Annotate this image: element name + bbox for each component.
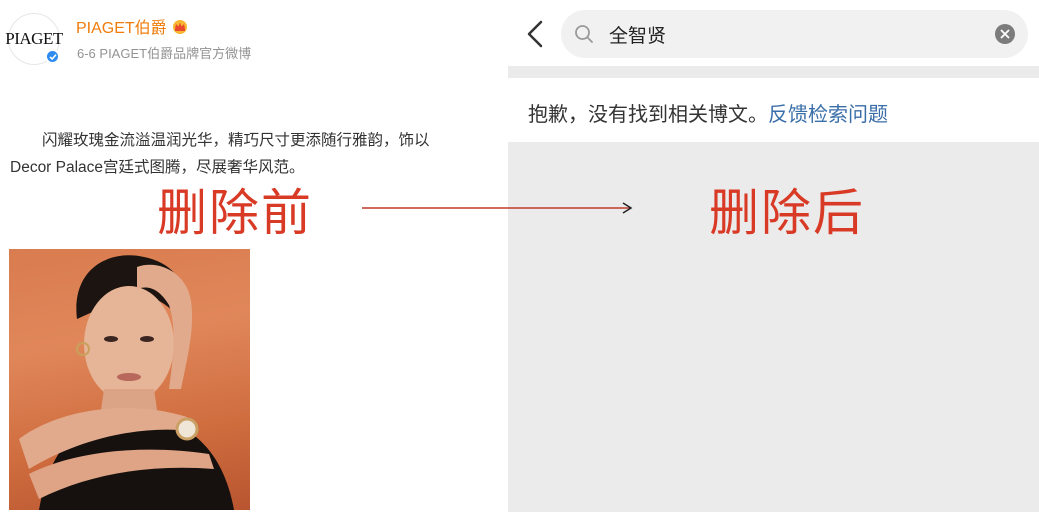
no-result-message: 抱歉，没有找到相关博文。反馈检索问题 xyxy=(528,98,888,127)
username-row: PIAGET伯爵 xyxy=(76,15,189,37)
avatar-logo: PIAGET xyxy=(5,29,63,48)
search-icon xyxy=(575,25,593,43)
chevron-left-icon[interactable] xyxy=(522,18,548,50)
feedback-link[interactable]: 反馈检索问题 xyxy=(768,104,888,126)
arrow-right-icon xyxy=(362,202,633,214)
post-line-2: Decor Palace宫廷式图腾，尽展奢华风范。 xyxy=(10,159,305,176)
section-divider xyxy=(508,66,1039,78)
post-line-1: 闪耀玫瑰金流溢温润光华，精巧尺寸更添随行雅韵，饰以 xyxy=(42,132,430,149)
search-box[interactable] xyxy=(561,10,1028,58)
verified-badge-icon xyxy=(45,49,60,64)
crown-icon xyxy=(172,20,187,34)
portrait-illustration xyxy=(19,255,234,510)
post-text: 闪耀玫瑰金流溢温润光华，精巧尺寸更添随行雅韵，饰以 Decor Palace宫廷… xyxy=(10,127,490,181)
weibo-post-panel: PIAGET PIAGET伯爵 6-6 PIAGET伯爵品牌官方微博 闪耀玫瑰金… xyxy=(0,0,508,512)
before-label: 删除前 xyxy=(157,184,313,242)
after-label: 删除后 xyxy=(709,184,865,242)
search-topbar xyxy=(508,0,1039,66)
no-result-bar: 抱歉，没有找到相关博文。反馈检索问题 xyxy=(508,78,1039,142)
username[interactable]: PIAGET伯爵 xyxy=(76,14,167,38)
no-result-text: 抱歉，没有找到相关博文。 xyxy=(528,104,768,126)
clear-circle-icon[interactable] xyxy=(995,24,1015,44)
search-input[interactable] xyxy=(609,21,979,47)
post-meta: 6-6 PIAGET伯爵品牌官方微博 xyxy=(77,46,252,61)
search-result-panel: 抱歉，没有找到相关博文。反馈检索问题 xyxy=(508,0,1039,512)
post-photo[interactable] xyxy=(9,249,250,510)
